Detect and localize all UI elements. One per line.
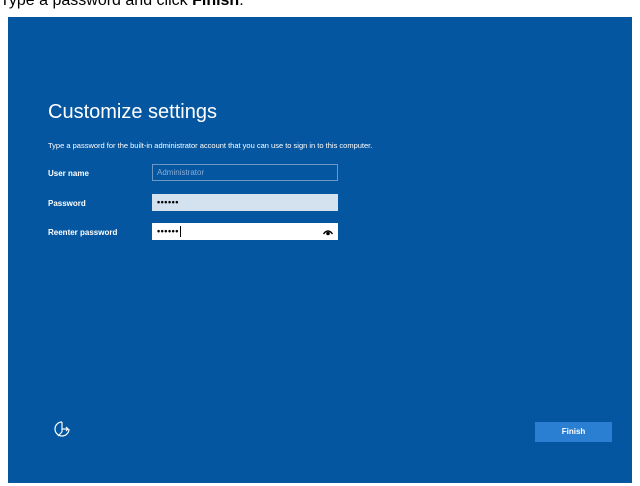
- password-label: Password: [48, 199, 86, 208]
- eye-icon[interactable]: [323, 227, 333, 237]
- setup-screen: Customize settings Type a password for t…: [8, 17, 632, 483]
- page-description: Type a password for the built-in adminis…: [48, 141, 373, 150]
- reenter-password-value: ••••••: [157, 226, 179, 236]
- instruction-prefix: Type a password and click: [0, 0, 193, 9]
- instruction-text: Type a password and click Finish.: [0, 0, 244, 11]
- password-field[interactable]: ••••••: [152, 194, 338, 211]
- username-label: User name: [48, 169, 89, 178]
- reenter-password-label: Reenter password: [48, 228, 118, 237]
- password-value: ••••••: [157, 197, 179, 207]
- username-field[interactable]: Administrator: [152, 164, 338, 181]
- page-title: Customize settings: [48, 101, 217, 123]
- username-placeholder: Administrator: [157, 168, 205, 177]
- instruction-suffix: .: [239, 0, 244, 9]
- instruction-action: Finish: [192, 0, 240, 9]
- finish-button[interactable]: Finish: [535, 422, 612, 442]
- text-cursor: [179, 226, 181, 238]
- ease-of-access-icon[interactable]: [52, 419, 72, 439]
- reenter-password-field[interactable]: ••••••: [152, 223, 338, 240]
